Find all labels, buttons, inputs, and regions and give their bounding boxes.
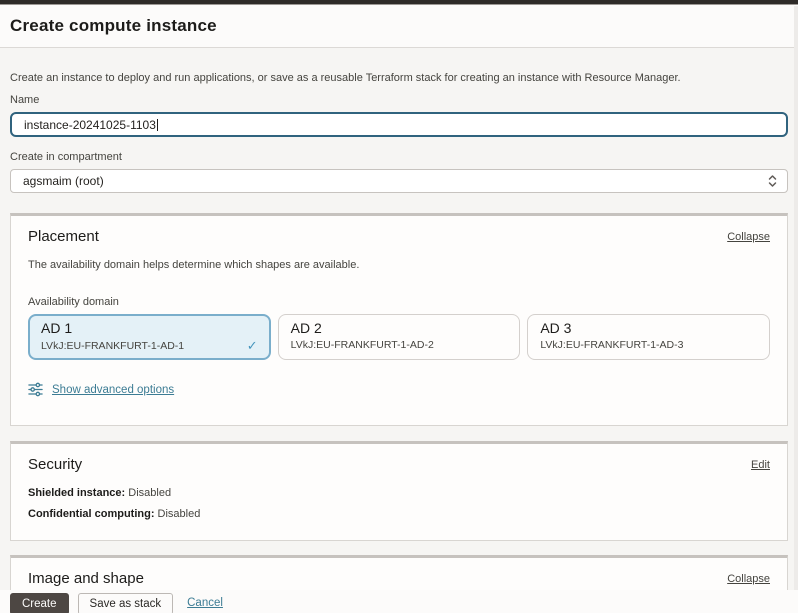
confidential-computing-value: Disabled [154,508,201,521]
ad-card-name: AD 2 [290,320,322,337]
security-title: Security [28,456,83,474]
ad-card-1[interactable]: AD 1 LVkJ:EU-FRANKFURT-1-AD-1 ✓ [28,314,271,361]
image-shape-collapse-link[interactable]: Collapse [727,573,770,585]
ad-card-name: AD 3 [540,320,572,337]
footer-action-bar: Create Save as stack Cancel [0,590,798,613]
placement-collapse-link[interactable]: Collapse [727,231,770,243]
main-content: Create an instance to deploy and run app… [0,72,798,613]
confidential-computing-label: Confidential computing: [28,508,155,521]
shielded-instance-value: Disabled [125,487,172,500]
page-description: Create an instance to deploy and run app… [10,72,681,84]
page-title: Create compute instance [10,16,217,35]
compartment-label: Create in compartment [10,151,122,163]
ad-card-name: AD 1 [41,320,73,337]
check-icon: ✓ [246,338,258,354]
scrollbar[interactable] [794,6,798,590]
shielded-instance-row: Shielded instance: Disabled [28,487,770,499]
placement-description: The availability domain helps determine … [28,259,360,271]
ad-card-3[interactable]: AD 3 LVkJ:EU-FRANKFURT-1-AD-3 [527,314,771,361]
show-advanced-options-link[interactable]: Show advanced options [52,384,174,396]
shielded-instance-label: Shielded instance: [28,487,126,500]
page-header: Create compute instance [0,5,798,48]
availability-domain-label: Availability domain [28,296,119,309]
create-button[interactable]: Create [10,593,69,613]
image-shape-title: Image and shape [28,570,144,588]
save-as-stack-button[interactable]: Save as stack [77,593,174,613]
ad-card-detail: LVkJ:EU-FRANKFURT-1-AD-3 [540,339,684,352]
name-label: Name [10,94,40,106]
text-cursor [156,118,158,131]
name-input-value: instance-20241025-1103 [24,117,156,132]
name-input[interactable]: instance-20241025-1103 [10,112,788,137]
placement-title: Placement [28,228,99,245]
ad-card-detail: LVkJ:EU-FRANKFURT-1-AD-1 [41,339,185,352]
compartment-select[interactable]: agsmaim (root) [10,169,788,193]
confidential-computing-row: Confidential computing: Disabled [28,508,770,520]
select-stepper-icon [768,174,777,188]
compartment-select-value: agsmaim (root) [23,174,104,188]
security-edit-link[interactable]: Edit [751,459,770,471]
security-section: Security Edit Shielded instance: Disable… [10,441,788,542]
ad-card-detail: LVkJ:EU-FRANKFURT-1-AD-2 [290,339,434,352]
cancel-link[interactable]: Cancel [187,597,223,609]
ad-card-2[interactable]: AD 2 LVkJ:EU-FRANKFURT-1-AD-2 [277,314,521,361]
sliders-icon [28,382,43,397]
placement-section: Placement Collapse The availability doma… [10,213,788,427]
availability-domain-cards: AD 1 LVkJ:EU-FRANKFURT-1-AD-1 ✓ AD 2 LVk… [28,314,771,361]
